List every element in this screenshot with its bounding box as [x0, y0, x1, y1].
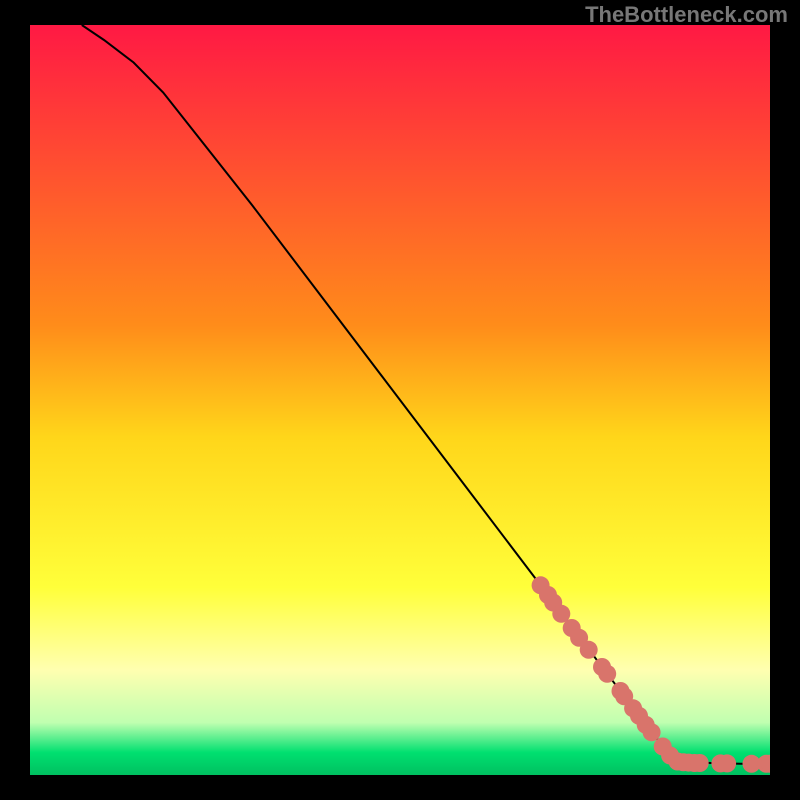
chart-container: TheBottleneck.com — [0, 0, 800, 800]
watermark: TheBottleneck.com — [585, 2, 788, 28]
data-point — [598, 665, 616, 683]
data-point — [580, 641, 598, 659]
data-point — [718, 754, 736, 772]
data-point — [691, 754, 709, 772]
chart-svg — [30, 25, 770, 775]
plot-area — [30, 25, 770, 775]
data-point — [643, 723, 661, 741]
